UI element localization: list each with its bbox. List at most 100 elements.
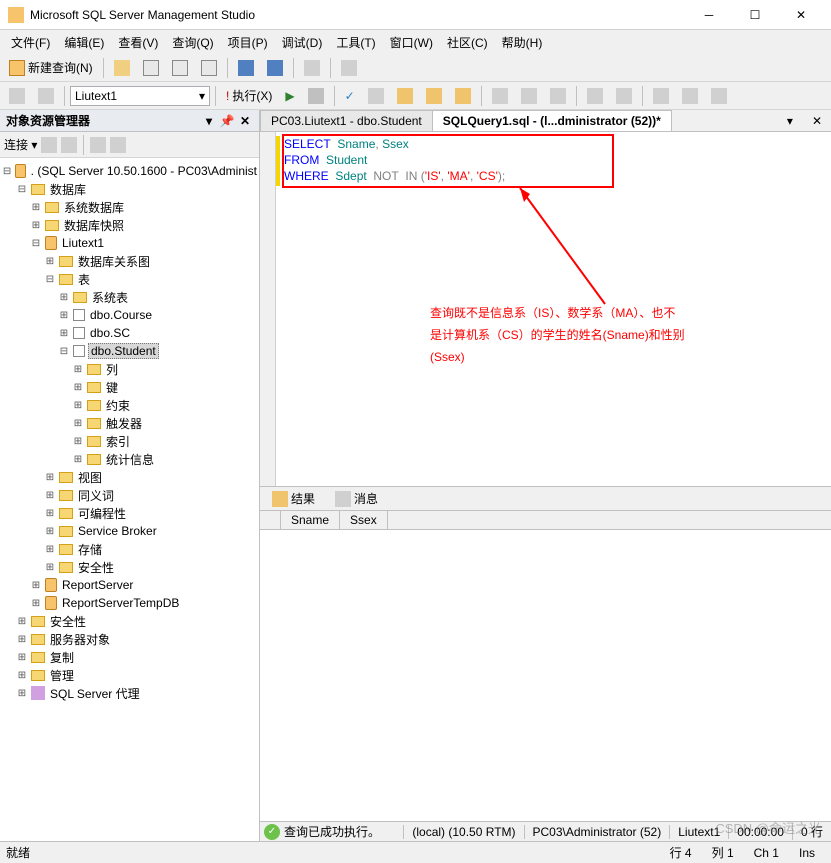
tree-snapshots[interactable]: ⊞数据库快照	[0, 216, 259, 234]
tb-change-button[interactable]	[33, 85, 59, 107]
uncomment-button[interactable]	[611, 85, 637, 107]
expand-icon[interactable]: ⊞	[44, 562, 56, 573]
results-grid[interactable]: Sname Ssex	[260, 511, 831, 821]
parse-button[interactable]: ✓	[340, 85, 360, 107]
sql-editor[interactable]: SELECT Sname, Ssex FROM Student WHERE Sd…	[260, 132, 831, 487]
tree-serverobjects[interactable]: ⊞服务器对象	[0, 630, 259, 648]
results-tab[interactable]: 结果	[266, 488, 321, 509]
tree-management[interactable]: ⊞管理	[0, 666, 259, 684]
menu-tools[interactable]: 工具(T)	[330, 32, 381, 53]
tree-synonyms[interactable]: ⊞同义词	[0, 486, 259, 504]
database-combo[interactable]: Liutext1 ▾	[70, 86, 210, 106]
menu-project[interactable]: 项目(P)	[222, 32, 274, 53]
expand-icon[interactable]: ⊞	[44, 472, 56, 483]
outdent-button[interactable]	[677, 85, 703, 107]
collapse-icon[interactable]: ⊟	[58, 346, 70, 357]
tree-server[interactable]: ⊟. (SQL Server 10.50.1600 - PC03\Adminis…	[0, 162, 259, 180]
tree[interactable]: ⊟. (SQL Server 10.50.1600 - PC03\Adminis…	[0, 158, 259, 841]
filter-tb-icon[interactable]	[90, 137, 106, 153]
expand-icon[interactable]: ⊞	[30, 580, 42, 591]
tree-systables[interactable]: ⊞系统表	[0, 288, 259, 306]
menu-edit[interactable]: 编辑(E)	[58, 32, 110, 53]
indent-button[interactable]	[648, 85, 674, 107]
tabs-close-button[interactable]: ✕	[802, 110, 831, 131]
tree-reportserver[interactable]: ⊞ReportServer	[0, 576, 259, 594]
tree-views[interactable]: ⊞视图	[0, 468, 259, 486]
tree-student[interactable]: ⊟dbo.Student	[0, 342, 259, 360]
tabs-dropdown-button[interactable]: ▾	[777, 110, 803, 131]
tree-triggers[interactable]: ⊞触发器	[0, 414, 259, 432]
tb-q-btn2[interactable]	[392, 85, 418, 107]
tb-btn4[interactable]	[196, 57, 222, 79]
tree-liutext1[interactable]: ⊟Liutext1	[0, 234, 259, 252]
tree-columns[interactable]: ⊞列	[0, 360, 259, 378]
tree-stats[interactable]: ⊞统计信息	[0, 450, 259, 468]
tree-agent[interactable]: ⊞SQL Server 代理	[0, 684, 259, 702]
expand-icon[interactable]: ⊞	[58, 328, 70, 339]
maximize-button[interactable]: ☐	[733, 1, 777, 29]
tb-q-btn1[interactable]	[363, 85, 389, 107]
expand-icon[interactable]: ⊞	[16, 634, 28, 645]
expand-icon[interactable]: ⊞	[16, 688, 28, 699]
menu-query[interactable]: 查询(Q)	[166, 32, 219, 53]
menu-help[interactable]: 帮助(H)	[496, 32, 549, 53]
expand-icon[interactable]: ⊞	[16, 652, 28, 663]
tree-servicebroker[interactable]: ⊞Service Broker	[0, 522, 259, 540]
expand-icon[interactable]: ⊞	[16, 670, 28, 681]
col-sname-header[interactable]: Sname	[281, 511, 340, 529]
connect-label[interactable]: 连接 ▾	[4, 136, 37, 153]
tree-sysdb[interactable]: ⊞系统数据库	[0, 198, 259, 216]
expand-icon[interactable]: ⊞	[44, 256, 56, 267]
tree-course[interactable]: ⊞dbo.Course	[0, 306, 259, 324]
tb-q-btn4[interactable]	[450, 85, 476, 107]
expand-icon[interactable]: ⊞	[44, 544, 56, 555]
expand-icon[interactable]: ⊞	[72, 364, 84, 375]
disconnect-tb-icon[interactable]	[61, 137, 77, 153]
collapse-icon[interactable]: ⊟	[16, 184, 28, 195]
collapse-icon[interactable]: ⊟	[2, 166, 12, 177]
tab-sqlquery1[interactable]: SQLQuery1.sql - (l...dministrator (52))*	[432, 110, 672, 131]
tb-q-btn6[interactable]	[516, 85, 542, 107]
comment-button[interactable]	[582, 85, 608, 107]
tb-q-btn5[interactable]	[487, 85, 513, 107]
col-ssex-header[interactable]: Ssex	[340, 511, 388, 529]
expand-icon[interactable]: ⊞	[58, 310, 70, 321]
expand-icon[interactable]: ⊞	[72, 418, 84, 429]
panel-close-button[interactable]: ✕	[237, 113, 253, 129]
debug-button[interactable]: ▶	[280, 85, 299, 107]
menu-community[interactable]: 社区(C)	[441, 32, 494, 53]
panel-dropdown-button[interactable]: ▾	[201, 113, 217, 129]
expand-icon[interactable]: ⊞	[44, 526, 56, 537]
sql-code[interactable]: SELECT Sname, Ssex FROM Student WHERE Sd…	[284, 136, 505, 184]
tb-props-button[interactable]	[336, 57, 362, 79]
tree-tables[interactable]: ⊟表	[0, 270, 259, 288]
expand-icon[interactable]: ⊞	[72, 400, 84, 411]
close-button[interactable]: ✕	[779, 1, 823, 29]
expand-icon[interactable]: ⊞	[44, 490, 56, 501]
tb-q-btn8[interactable]	[706, 85, 732, 107]
collapse-icon[interactable]: ⊟	[44, 274, 56, 285]
tab-student-table[interactable]: PC03.Liutext1 - dbo.Student	[260, 110, 433, 131]
tb-q-btn3[interactable]	[421, 85, 447, 107]
expand-icon[interactable]: ⊞	[30, 598, 42, 609]
tree-sc[interactable]: ⊞dbo.SC	[0, 324, 259, 342]
tb-save-button[interactable]	[233, 57, 259, 79]
refresh-tb-icon[interactable]	[110, 137, 126, 153]
tree-replication[interactable]: ⊞复制	[0, 648, 259, 666]
tb-open-button[interactable]	[109, 57, 135, 79]
collapse-icon[interactable]: ⊟	[30, 238, 42, 249]
menu-window[interactable]: 窗口(W)	[384, 32, 439, 53]
expand-icon[interactable]: ⊞	[44, 508, 56, 519]
tree-databases[interactable]: ⊟数据库	[0, 180, 259, 198]
menu-debug[interactable]: 调试(D)	[276, 32, 329, 53]
tree-indexes[interactable]: ⊞索引	[0, 432, 259, 450]
menu-view[interactable]: 查看(V)	[112, 32, 164, 53]
execute-button[interactable]: ! 执行(X)	[221, 85, 277, 107]
tb-q-btn7[interactable]	[545, 85, 571, 107]
tb-saveall-button[interactable]	[262, 57, 288, 79]
tb-activity-button[interactable]	[299, 57, 325, 79]
expand-icon[interactable]: ⊞	[72, 382, 84, 393]
tree-reportservertemp[interactable]: ⊞ReportServerTempDB	[0, 594, 259, 612]
stop-button[interactable]	[303, 85, 329, 107]
minimize-button[interactable]: ─	[687, 1, 731, 29]
